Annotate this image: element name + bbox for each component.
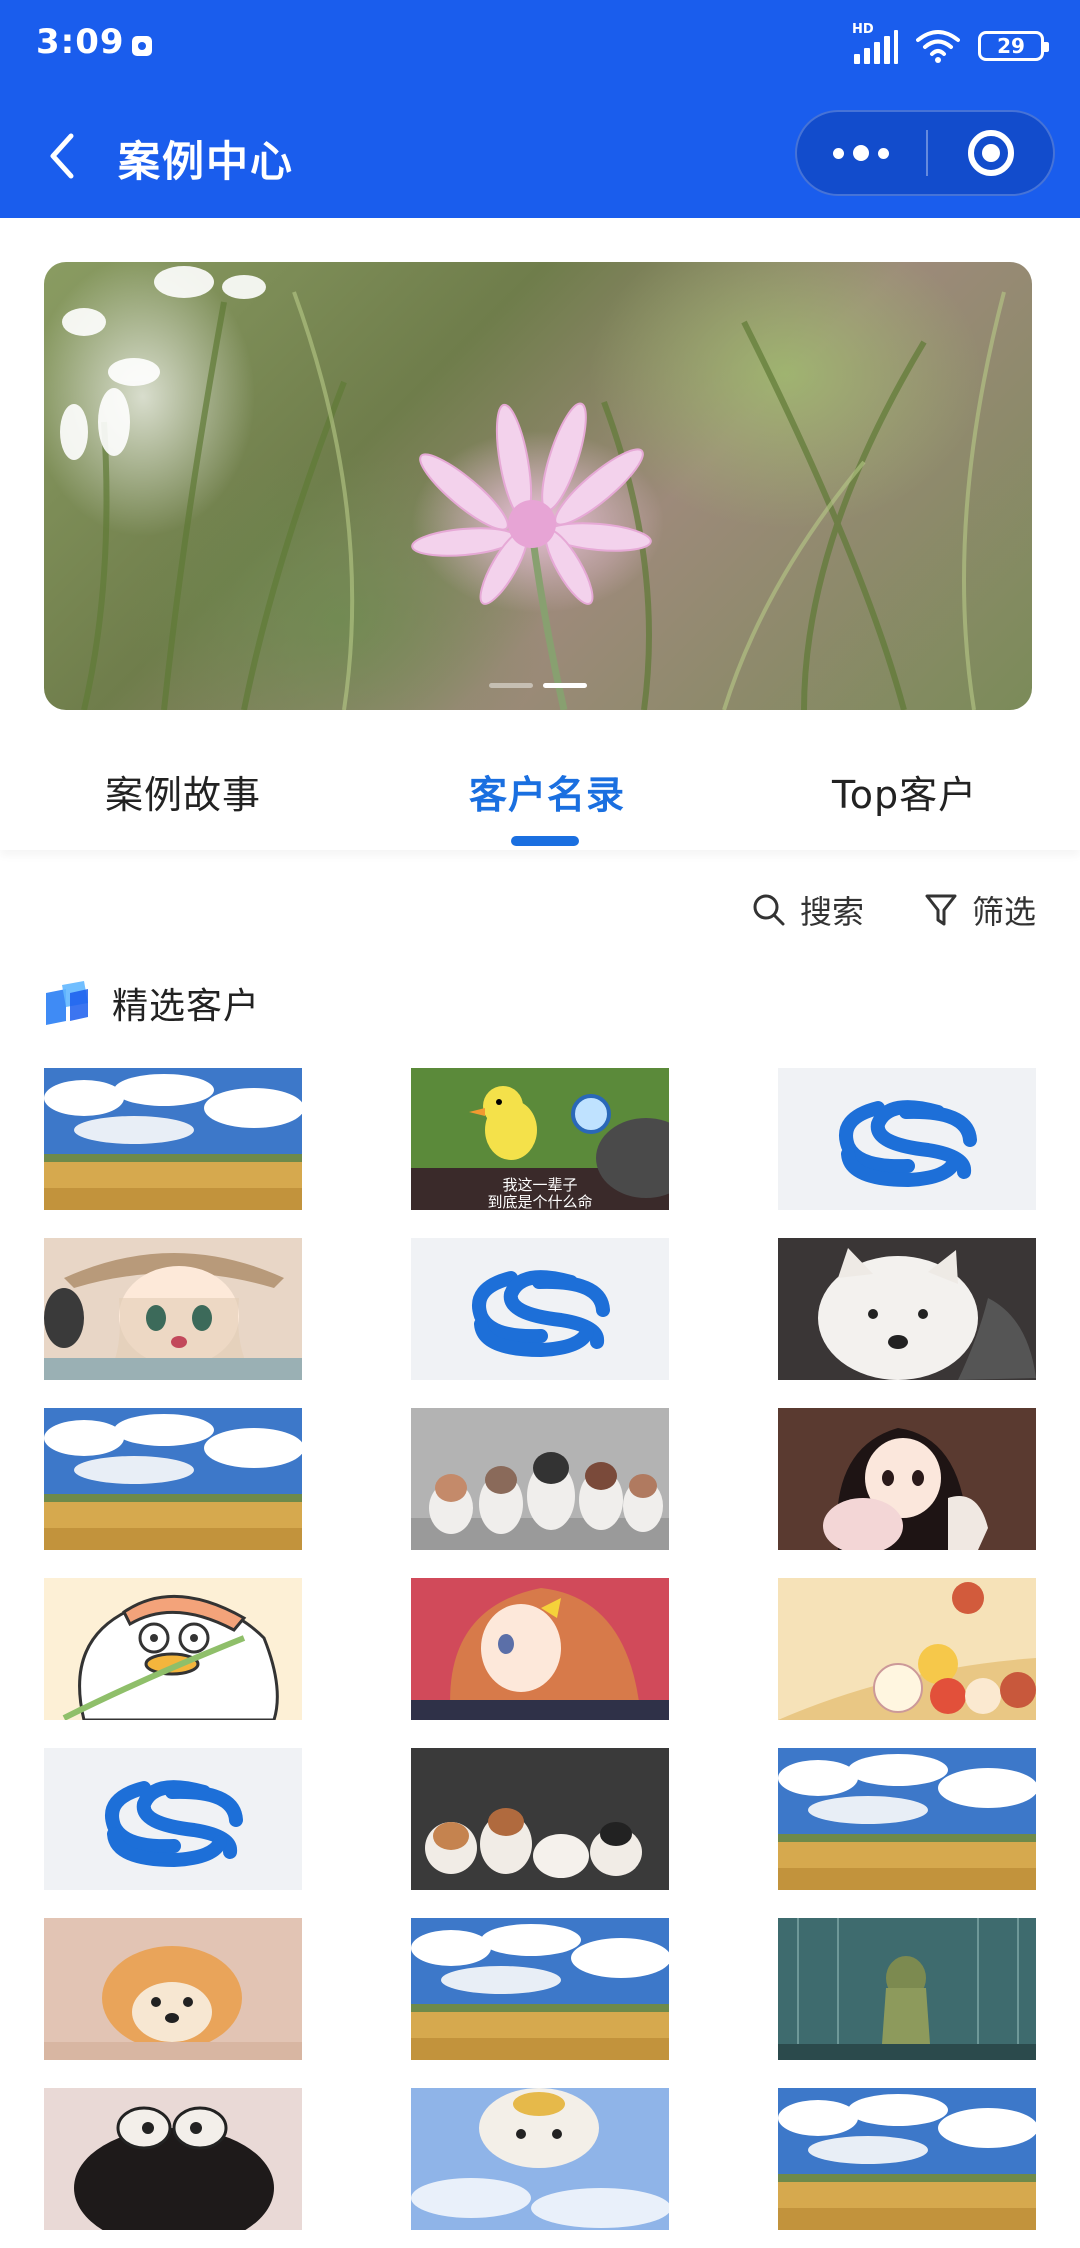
- cellular-signal-icon: HD: [852, 22, 898, 64]
- black-sheep-toy-image: [44, 2088, 302, 2230]
- search-button[interactable]: 搜索: [752, 885, 864, 935]
- battery-icon: 29: [978, 31, 1049, 61]
- customer-logo-6[interactable]: [778, 1238, 1036, 1380]
- customer-logo-5[interactable]: [411, 1238, 669, 1380]
- banner-image: [60, 266, 1006, 710]
- cartoon-characters-image: [778, 1578, 1036, 1720]
- tab-top-customers[interactable]: Top客户: [832, 764, 977, 819]
- field-landscape-image: [411, 1918, 669, 2060]
- duck-meme-image: 我这一辈子 到底是个什么命: [411, 1068, 669, 1210]
- customer-logo-14[interactable]: [411, 1748, 669, 1890]
- tab-bar: 案例故事 客户名录 Top客户: [0, 714, 1080, 850]
- search-icon: [753, 894, 785, 926]
- pomeranian-image: [44, 1918, 302, 2060]
- tab-customer-directory[interactable]: 客户名录: [469, 764, 625, 819]
- carousel-dot-1[interactable]: [489, 683, 533, 688]
- section-title: 精选客户: [112, 986, 261, 1027]
- battery-level: 29: [997, 34, 1025, 58]
- signal-hd-label: HD: [852, 22, 874, 37]
- field-landscape-image: [778, 2088, 1036, 2230]
- close-button[interactable]: [928, 112, 1054, 194]
- status-icons: HD 29: [852, 22, 1049, 68]
- filter-label: 筛选: [971, 893, 1036, 931]
- upside-down-dog-image: [411, 2088, 669, 2230]
- customer-logo-4[interactable]: [44, 1238, 302, 1380]
- anime-girl-hat-image: [44, 1238, 302, 1380]
- cartoon-duck-image: [44, 1578, 302, 1720]
- filter-icon: [925, 894, 957, 926]
- chevron-left-icon: [50, 133, 74, 179]
- tab-case-stories[interactable]: 案例故事: [105, 764, 261, 819]
- corgi-puppies-image: [411, 1748, 669, 1890]
- more-button[interactable]: [797, 112, 925, 194]
- duck-meme-caption-1: 我这一辈子: [502, 1176, 577, 1194]
- customer-logo-15[interactable]: [778, 1748, 1036, 1890]
- wifi-icon: [916, 30, 960, 63]
- status-time: 3:09: [36, 22, 125, 62]
- customer-logo-16[interactable]: [44, 1918, 302, 2060]
- notification-icon: [132, 36, 152, 56]
- husky-puppies-image: [411, 1408, 669, 1550]
- blue-s-logo-image: [44, 1748, 302, 1890]
- status-bar: 3:09 HD 29: [0, 0, 1080, 95]
- blue-s-logo-image: [778, 1068, 1036, 1210]
- white-puppy-image: [778, 1238, 1036, 1380]
- field-landscape-image: [778, 1748, 1036, 1890]
- section-header: 精选客户: [44, 975, 260, 1031]
- customer-logo-1[interactable]: [44, 1068, 302, 1210]
- customer-logo-17[interactable]: [411, 1918, 669, 2060]
- carousel-dot-2[interactable]: [543, 683, 587, 688]
- field-landscape-image: [44, 1408, 302, 1550]
- customer-logo-19[interactable]: [44, 2088, 302, 2230]
- nav-bar: 案例中心: [0, 110, 1080, 202]
- blue-s-logo-image: [411, 1238, 669, 1380]
- search-label: 搜索: [799, 893, 864, 931]
- customer-logo-21[interactable]: [778, 2088, 1036, 2230]
- filter-button[interactable]: 筛选: [924, 885, 1036, 935]
- duck-meme-caption-2: 到底是个什么命: [487, 1193, 592, 1210]
- customer-logo-12[interactable]: [778, 1578, 1036, 1720]
- customer-logo-10[interactable]: [44, 1578, 302, 1720]
- field-landscape-image: [44, 1068, 302, 1210]
- customer-logo-7[interactable]: [44, 1408, 302, 1550]
- anime-girl-orange-hair-image: [411, 1578, 669, 1720]
- anime-girl-dark-hair-image: [778, 1408, 1036, 1550]
- target-icon: [968, 130, 1014, 176]
- featured-cubes-icon: [46, 981, 88, 1025]
- app-header: 3:09 HD 29 案例中心: [0, 0, 1080, 218]
- customer-logo-18[interactable]: [778, 1918, 1036, 2060]
- customer-logo-20[interactable]: [411, 2088, 669, 2230]
- banner-carousel[interactable]: [44, 262, 1032, 710]
- customer-logo-13[interactable]: [44, 1748, 302, 1890]
- carousel-indicators: [44, 683, 1032, 688]
- customer-logo-9[interactable]: [778, 1408, 1036, 1550]
- customer-logo-11[interactable]: [411, 1578, 669, 1720]
- toolbar: 搜索 筛选: [752, 885, 1036, 935]
- active-tab-indicator: [511, 836, 579, 846]
- customer-logo-3[interactable]: [778, 1068, 1036, 1210]
- page-title: 案例中心: [118, 137, 295, 186]
- customer-logo-2[interactable]: 我这一辈子 到底是个什么命: [411, 1068, 669, 1210]
- customer-logo-8[interactable]: [411, 1408, 669, 1550]
- mini-program-capsule: [795, 110, 1055, 196]
- back-button[interactable]: [36, 128, 88, 184]
- anime-rain-scene-image: [778, 1918, 1036, 2060]
